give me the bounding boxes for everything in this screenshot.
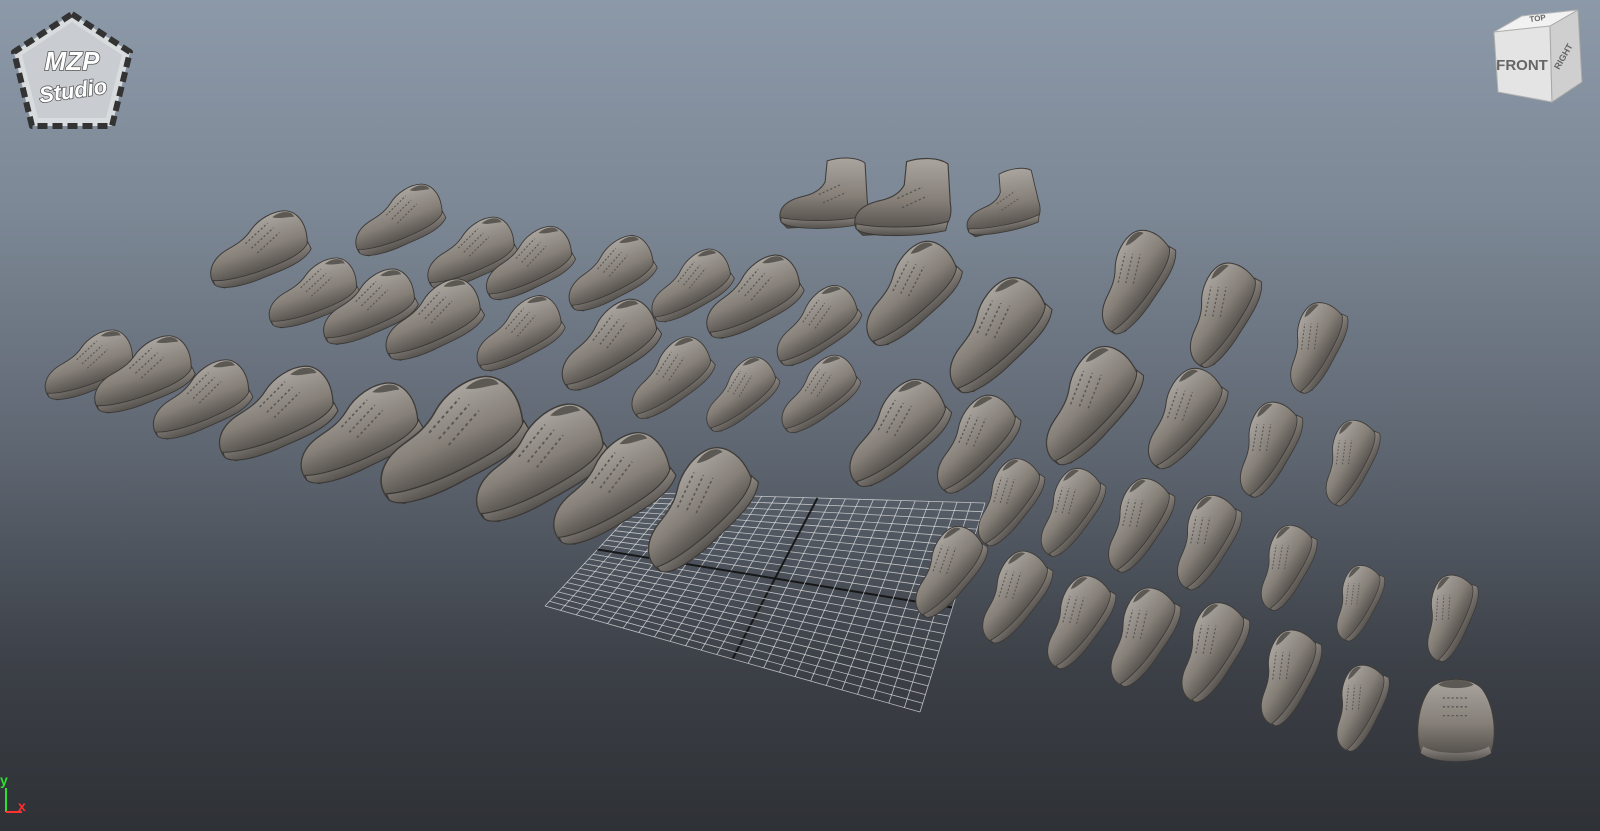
- shoe-model[interactable]: [1162, 253, 1274, 375]
- axis-y-label: y: [0, 772, 8, 788]
- shoe-models[interactable]: [33, 157, 1495, 762]
- shoe-model[interactable]: [1238, 517, 1327, 616]
- boot-model[interactable]: [779, 157, 869, 230]
- shoe-model[interactable]: [841, 231, 973, 354]
- shoe-model[interactable]: [1266, 294, 1358, 399]
- shoe-model[interactable]: [1417, 678, 1495, 762]
- grid-line: [571, 577, 937, 661]
- grid-line: [549, 600, 923, 704]
- shoe-model[interactable]: [1016, 335, 1156, 474]
- grid-line: [544, 605, 921, 713]
- shoe-model[interactable]: [1404, 568, 1488, 667]
- grid-line: [794, 499, 874, 677]
- shoe-model[interactable]: [1214, 393, 1314, 504]
- axis-indicator: y x: [0, 772, 40, 822]
- mzp-studio-logo: MZP Studio: [11, 11, 133, 129]
- grid-line: [553, 596, 926, 695]
- shoe-model[interactable]: [1316, 559, 1393, 646]
- shoe-model[interactable]: [1303, 412, 1390, 512]
- grid-line: [825, 500, 902, 686]
- view-cube-front-label: FRONT: [1496, 57, 1548, 74]
- grid-line: [588, 558, 948, 626]
- maya-viewport[interactable]: MZP Studio FRONT RIGHT TOP y x: [0, 0, 1600, 831]
- shoe-model[interactable]: [197, 204, 317, 295]
- boot-model[interactable]: [854, 157, 952, 237]
- view-cube[interactable]: FRONT RIGHT TOP: [1488, 6, 1596, 110]
- boot-model[interactable]: [958, 165, 1044, 239]
- shoe-model[interactable]: [764, 347, 868, 440]
- logo-text-mzp: MZP: [45, 46, 101, 76]
- grid-line: [558, 591, 929, 687]
- grid-line: [810, 499, 888, 682]
- scene-3d-view[interactable]: [0, 0, 1600, 831]
- grid-line: [584, 563, 945, 635]
- shoe-model[interactable]: [1313, 658, 1399, 757]
- axis-x-label: x: [18, 798, 26, 814]
- shoe-model[interactable]: [1074, 220, 1188, 341]
- shoe-model[interactable]: [342, 178, 452, 262]
- grid-line: [575, 572, 940, 652]
- grid-line: [779, 499, 860, 673]
- shoe-model[interactable]: [553, 228, 664, 318]
- shoe-model[interactable]: [1235, 621, 1333, 732]
